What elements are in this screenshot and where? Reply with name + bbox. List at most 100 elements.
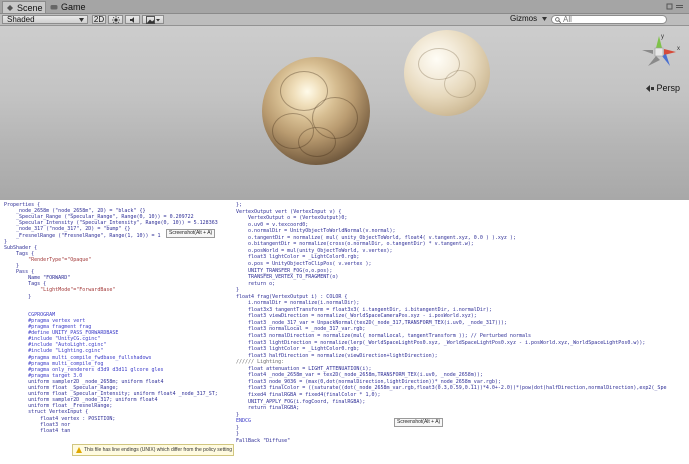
projection-text: Persp (656, 83, 681, 93)
code-line: uniform sampler2D _node_317; uniform flo… (4, 397, 158, 404)
code-line: #pragma fragment frag (4, 324, 92, 330)
scene-viewport[interactable]: y x Persp (0, 26, 689, 200)
line-endings-warning-text: This file has line endings (UNIX) which … (84, 447, 233, 453)
audio-toggle-button[interactable] (125, 15, 140, 24)
search-icon (555, 17, 561, 23)
code-line: fixed4 finalRGBA = fixed4(finalColor * 1… (236, 391, 381, 398)
code-line: } (4, 293, 32, 300)
code-line: UNITY_APPLY_FOG(i.fogCoord, finalRGBA); (236, 398, 366, 405)
code-line: #include "AutoLight.cginc" (4, 342, 107, 349)
axis-neg-cone[interactable] (648, 56, 660, 66)
code-line: o.posWorld = mul(unity_ObjectToWorld, v.… (236, 247, 393, 254)
code-line: UNITY_TRANSFER_FOG(o,o.pos); (236, 267, 333, 274)
code-line: float4 frag(VertexOutput i) : COLOR { (236, 293, 348, 300)
scene-panel: Scene Game Shaded 2D Gizmos All y x Pers… (0, 0, 689, 200)
code-line: return o; (236, 280, 276, 287)
code-line: Tags { (4, 250, 35, 257)
code-line: _Specular_Range ("Specular_Range", Range… (4, 214, 194, 221)
scene-icon (7, 5, 13, 11)
lighting-toggle-button[interactable] (108, 15, 123, 24)
code-line: #include "Lighting.cginc" (4, 348, 104, 355)
shading-mode-dropdown[interactable]: Shaded (2, 15, 88, 24)
effects-dropdown[interactable] (142, 15, 164, 24)
code-line: TRANSFER_VERTEX_TO_FRAGMENT(o) (236, 274, 339, 281)
code-line: o.normalDir = UnityObjectToWorldNormal(v… (236, 228, 396, 235)
code-line: "LightMode"="ForwardBase" (4, 287, 116, 294)
axis-x-label: x (677, 46, 680, 52)
code-line: float3x3 tangentTransform = float3x3( i.… (236, 306, 492, 313)
axis-x-cone[interactable] (664, 49, 676, 55)
code-line: } (236, 411, 240, 418)
code-line: float3 lightDirection = normalize(lerp(_… (236, 339, 646, 346)
code-line: #pragma multi_compile_fog (4, 360, 104, 367)
code-line: float3 lightColor = _LightColor0.rgb; (236, 346, 360, 353)
panel-menu-icon[interactable] (665, 2, 685, 11)
code-line: #pragma vertex vert (4, 317, 86, 324)
code-line: #include "UnityCG.cginc" (4, 336, 101, 343)
code-line: } (236, 424, 240, 431)
code-line: "RenderType"="Opaque" (4, 256, 92, 263)
code-line: VertexOutput o = (VertexOutput)0; (236, 215, 348, 222)
code-line: float4 tan (4, 427, 71, 434)
code-line: FallBack "Diffuse" (236, 437, 291, 444)
code-line: Pass { (4, 269, 35, 276)
code-line: } (236, 287, 240, 294)
toggle-2d-button[interactable]: 2D (92, 15, 106, 24)
speaker-icon (129, 17, 134, 23)
code-line: #pragma only_renderers d3d9 d3d11 glcore… (4, 366, 164, 373)
code-line: float attenuation = LIGHT_ATTENUATION(i)… (236, 365, 372, 372)
code-line: o.pos = UnityObjectToClipPos( v.vertex )… (236, 260, 372, 267)
code-line: Properties { (4, 202, 41, 208)
game-icon (50, 5, 58, 10)
code-line: o.tangentDir = normalize( mul( unity_Obj… (236, 234, 516, 241)
code-line: } (4, 263, 20, 269)
line-endings-warning[interactable]: This file has line endings (UNIX) which … (72, 444, 234, 456)
code-line: _Specular_Intensity ("Specular_Intensity… (4, 220, 218, 227)
projection-label[interactable]: Persp (646, 83, 680, 93)
chevron-down-icon (542, 17, 547, 21)
axis-y-label: y (661, 34, 664, 40)
toggle-2d-label: 2D (93, 15, 105, 24)
code-line: float4 _node_2658m_var = tex2D(_node_265… (236, 372, 483, 379)
code-line: float3 normalLocal = _node_317_var.rgb; (236, 326, 366, 333)
shader-code-editor[interactable]: Properties { _node_2658m ("node_2658m", … (0, 200, 689, 464)
code-line: float3 node_9036 = (max(0,dot(normalDire… (236, 378, 501, 385)
sun-icon (111, 16, 120, 24)
sphere-object-light[interactable] (404, 30, 490, 116)
code-line: } (236, 431, 240, 438)
chevron-down-icon (79, 18, 84, 22)
tab-game[interactable]: Game (47, 1, 89, 13)
orientation-gizmo[interactable]: y x (636, 30, 682, 76)
code-line: _node_2658m ("node_2658m", 2D) = "black"… (4, 208, 146, 215)
gizmos-dropdown[interactable]: Gizmos (510, 15, 552, 24)
warning-icon (76, 447, 82, 453)
sphere-texture-detail (298, 127, 336, 157)
code-line: uniform sampler2D _node_2658m; uniform f… (4, 378, 164, 385)
scene-search-input[interactable]: All (551, 15, 667, 24)
tab-scene[interactable]: Scene (2, 1, 46, 13)
code-line: o.uv0 = v.texcoord0; (236, 221, 309, 228)
sphere-object-textured[interactable] (262, 57, 370, 165)
gizmo-center-cube[interactable] (654, 47, 664, 57)
code-line: CGPROGRAM (4, 311, 56, 318)
code-line: float4 vertex : POSITION; (4, 415, 116, 422)
code-line: float3 lightColor = _LightColor0.rgb; (236, 254, 360, 261)
code-line: o.bitangentDir = normalize(cross(o.norma… (236, 241, 474, 248)
code-line: float3 halfDirection = normalize(viewDir… (236, 352, 438, 359)
code-line: SubShader { (4, 244, 38, 251)
code-line: float3 _node_317_var = UnpackNormal(tex2… (236, 319, 507, 326)
code-line: _node_317 ("node_317", 2D) = "bump" {} (4, 226, 131, 233)
tab-scene-label: Scene (17, 3, 43, 13)
shading-mode-label: Shaded (7, 15, 35, 24)
screenshot-tooltip: Screenshot(Alt + A) (166, 229, 216, 238)
code-line: float3 finalColor = ((saturate((dot(_nod… (236, 385, 667, 392)
code-line: VertexOutput vert (VertexInput v) { (236, 208, 342, 215)
gizmos-label: Gizmos (510, 14, 538, 23)
search-placeholder: All (563, 15, 572, 24)
code-line: uniform float _Specular_Intensity; unifo… (4, 391, 218, 398)
code-line: i.normalDir = normalize(i.normalDir); (236, 300, 360, 307)
code-line: #pragma target 3.0 (4, 372, 83, 379)
code-line: Name "FORWARD" (4, 275, 71, 282)
tab-bar: Scene Game (0, 0, 689, 14)
axis-neg-cone[interactable] (642, 50, 653, 54)
